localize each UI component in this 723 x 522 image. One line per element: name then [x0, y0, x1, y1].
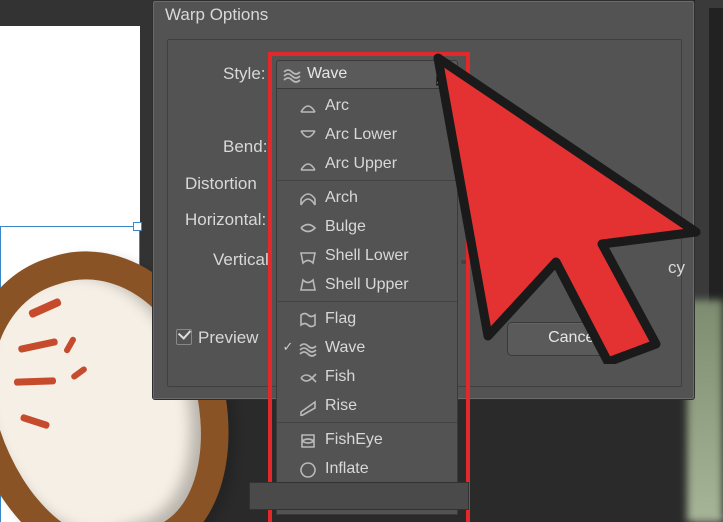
style-option-arc-upper[interactable]: Arc Upper: [277, 149, 457, 178]
rise-icon: [299, 397, 317, 415]
checkbox-icon: [176, 329, 192, 345]
style-option-shell-lower[interactable]: Shell Lower: [277, 241, 457, 270]
arch-icon: [299, 189, 317, 207]
check-icon: [281, 398, 295, 412]
style-option-wave[interactable]: ✓ Wave: [277, 333, 457, 362]
style-option-label: Bulge: [325, 218, 366, 235]
distortion-label: Distortion: [185, 174, 257, 194]
style-option-arc[interactable]: Arc: [277, 91, 457, 120]
shell-lower-icon: [299, 247, 317, 265]
check-icon: [281, 127, 295, 141]
style-option-fisheye[interactable]: FishEye: [277, 425, 457, 454]
check-icon: [281, 156, 295, 170]
fish-icon: [299, 368, 317, 386]
style-option-label: Arc Lower: [325, 126, 397, 143]
style-dropdown[interactable]: Arc Arc Lower Arc Upper Arch Bulge Shell Lowe…: [276, 88, 458, 515]
wave-icon: [299, 339, 317, 357]
style-option-bulge[interactable]: Bulge: [277, 212, 457, 241]
check-icon: ✓: [281, 340, 295, 354]
vertical-slider-thumb[interactable]: [480, 254, 496, 270]
style-option-arc-lower[interactable]: Arc Lower: [277, 120, 457, 149]
inflate-icon: [299, 460, 317, 478]
horizontal-label: Horizontal:: [185, 210, 266, 230]
style-option-label: Arc: [325, 97, 349, 114]
check-icon: [281, 219, 295, 233]
chevron-down-icon: [439, 71, 449, 77]
arc-upper-icon: [299, 155, 317, 173]
check-icon: [281, 369, 295, 383]
style-selected-label: Wave: [307, 65, 347, 83]
style-option-label: Arch: [325, 189, 358, 206]
preview-checkbox[interactable]: Preview: [176, 328, 258, 348]
preview-label: Preview: [198, 328, 258, 347]
arc-icon: [299, 97, 317, 115]
truncated-label: cy: [668, 258, 685, 278]
arc-lower-icon: [299, 126, 317, 144]
bulge-icon: [299, 218, 317, 236]
style-option-label: Flag: [325, 310, 356, 327]
flag-icon: [299, 310, 317, 328]
bottom-toolbar-fragment: [249, 482, 469, 510]
check-icon: [281, 311, 295, 325]
dialog-title: Warp Options: [165, 5, 268, 25]
stage: Warp Options Style: Bend: Distortion Hor…: [0, 0, 723, 522]
wave-icon: [283, 66, 301, 84]
style-option-label: Shell Lower: [325, 247, 409, 264]
shell-upper-icon: [299, 276, 317, 294]
style-option-label: Rise: [325, 397, 357, 414]
style-option-label: Fish: [325, 368, 355, 385]
style-option-flag[interactable]: Flag: [277, 304, 457, 333]
style-option-label: Arc Upper: [325, 155, 397, 172]
check-icon: [281, 248, 295, 262]
style-option-label: Wave: [325, 339, 365, 356]
style-option-shell-upper[interactable]: Shell Upper: [277, 270, 457, 299]
style-option-label: Inflate: [325, 460, 369, 477]
check-icon: [281, 190, 295, 204]
fisheye-icon: [299, 431, 317, 449]
bend-label: Bend:: [223, 137, 267, 157]
clock-illustration: [0, 250, 150, 522]
cancel-label: Cancel: [548, 329, 598, 346]
check-icon: [281, 98, 295, 112]
vertical-label: Vertical:: [213, 250, 273, 270]
check-icon: [281, 277, 295, 291]
style-option-inflate[interactable]: Inflate: [277, 454, 457, 483]
style-label: Style:: [223, 64, 266, 84]
style-option-fish[interactable]: Fish: [277, 362, 457, 391]
check-icon: [281, 432, 295, 446]
style-combobox[interactable]: Wave: [276, 60, 458, 90]
style-option-rise[interactable]: Rise: [277, 391, 457, 420]
style-option-label: Shell Upper: [325, 276, 409, 293]
selection-handle[interactable]: [133, 222, 142, 231]
style-option-label: FishEye: [325, 431, 383, 448]
style-option-arch[interactable]: Arch: [277, 183, 457, 212]
check-icon: [281, 461, 295, 475]
cancel-button[interactable]: Cancel: [507, 322, 639, 356]
